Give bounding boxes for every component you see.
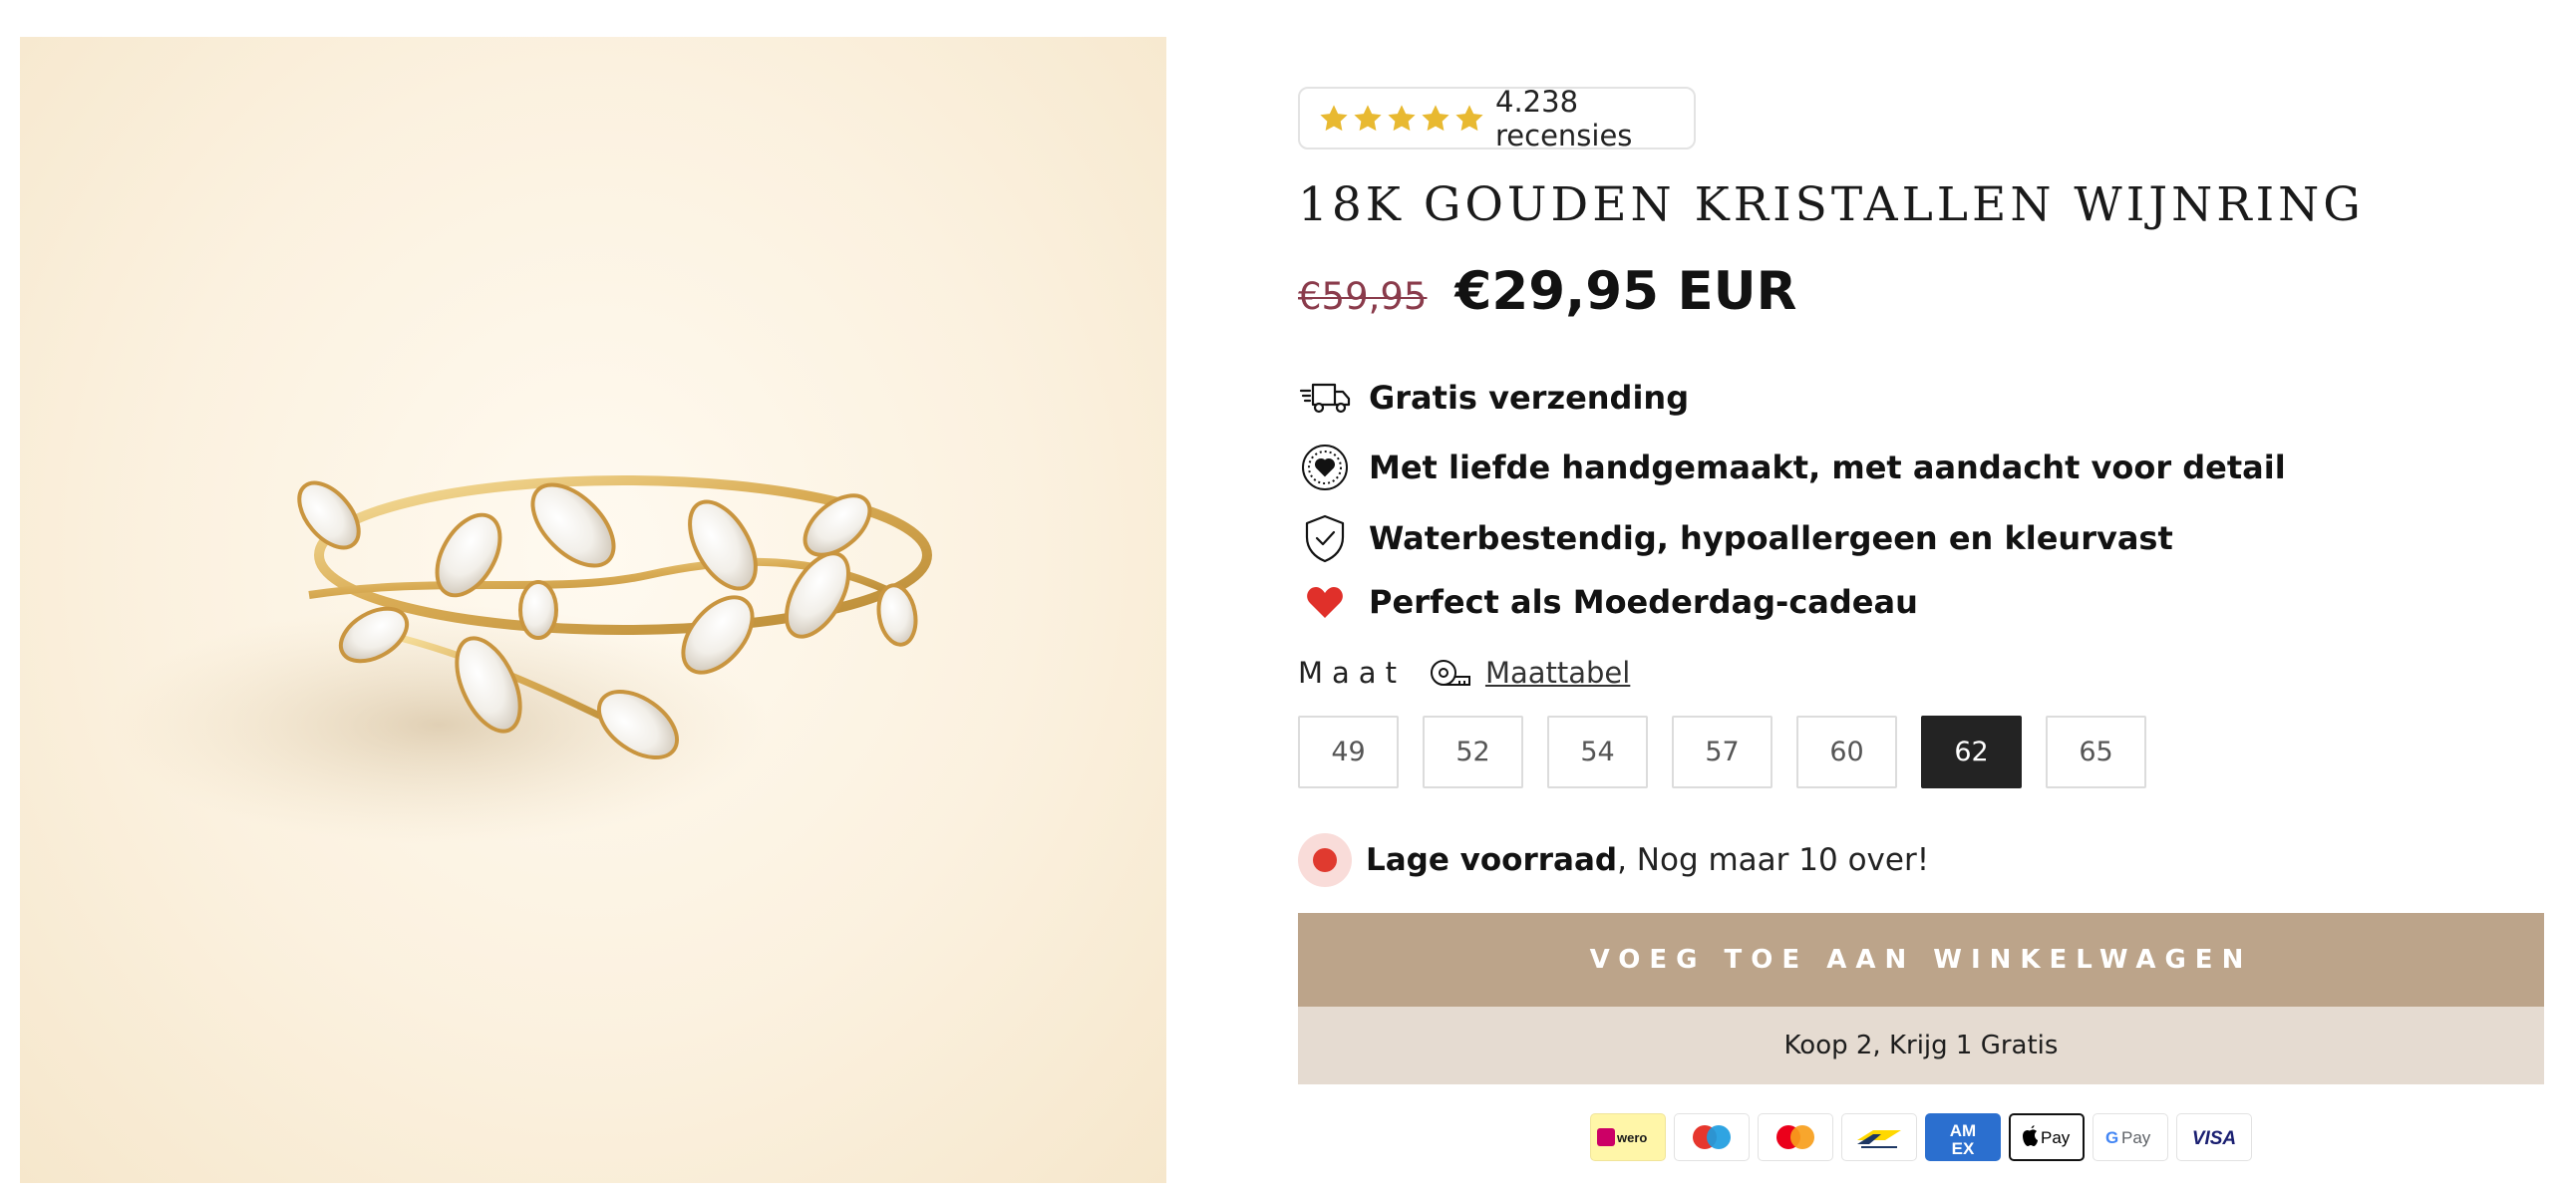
rating-stars (1318, 103, 1485, 135)
feature-text: Waterbestendig, hypoallergeen en kleurva… (1369, 519, 2173, 557)
size-label: Maat (1298, 656, 1406, 690)
product-title: 18K GOUDEN KRISTALLEN WIJNRING (1298, 177, 2365, 232)
stock-strong: Lage voorraad (1366, 842, 1618, 878)
apple-pay-icon: Pay (2009, 1113, 2085, 1161)
svg-text:EX: EX (1952, 1139, 1975, 1158)
svg-text:AM: AM (1950, 1121, 1976, 1140)
promo-banner[interactable]: Koop 2, Krijg 1 Gratis (1298, 1007, 2544, 1084)
star-icon (1388, 104, 1416, 131)
ring-illustration (110, 475, 932, 844)
stock-indicator: Lage voorraad, Nog maar 10 over! (1298, 833, 1929, 887)
stock-text: Lage voorraad, Nog maar 10 over! (1366, 842, 1929, 878)
payment-icons: wero AM EX Pay G Pay VISA (1590, 1113, 2252, 1161)
size-option-49[interactable]: 49 (1298, 716, 1399, 788)
size-option-65[interactable]: 65 (2046, 716, 2146, 788)
bancontact-icon (1841, 1113, 1917, 1161)
size-option-52[interactable]: 52 (1423, 716, 1523, 788)
compare-at-price: €59,95 (1298, 275, 1428, 318)
feature-item: Waterbestendig, hypoallergeen en kleurva… (1298, 511, 2173, 565)
price-row: €59,95 €29,95 EUR (1298, 261, 1797, 322)
stock-rest: , Nog maar 10 over! (1617, 842, 1930, 878)
wero-icon: wero (1590, 1113, 1666, 1161)
svg-text:Pay: Pay (2121, 1128, 2151, 1147)
svg-text:Pay: Pay (2041, 1128, 2071, 1147)
handmade-heart-badge-icon (1298, 441, 1352, 494)
feature-item: Gratis verzending (1298, 371, 1689, 425)
rating-badge[interactable]: 4.238 recensies (1298, 84, 1696, 152)
size-option-57[interactable]: 57 (1672, 716, 1772, 788)
amex-icon: AM EX (1925, 1113, 2001, 1161)
review-count: 4.238 recensies (1495, 84, 1633, 152)
mastercard-icon (1758, 1113, 1833, 1161)
heart-icon (1298, 575, 1352, 629)
star-icon (1354, 104, 1382, 131)
add-to-cart-button[interactable]: VOEG TOE AAN WINKELWAGEN (1298, 913, 2544, 1007)
feature-text: Gratis verzending (1369, 379, 1690, 417)
visa-icon: VISA (2176, 1113, 2252, 1161)
google-pay-icon: G Pay (2093, 1113, 2168, 1161)
shield-check-icon (1298, 511, 1352, 565)
sale-price: €29,95 EUR (1454, 261, 1797, 322)
size-options: 49 52 54 57 60 62 65 (1298, 716, 2146, 788)
size-option-54[interactable]: 54 (1547, 716, 1648, 788)
star-icon (1422, 104, 1449, 131)
maestro-icon (1674, 1113, 1750, 1161)
measuring-tape-icon (1430, 660, 1470, 686)
feature-item: Perfect als Moederdag-cadeau (1298, 575, 1918, 629)
size-option-62[interactable]: 62 (1921, 716, 2022, 788)
product-image[interactable] (20, 37, 1166, 1183)
feature-text: Met liefde handgemaakt, met aandacht voo… (1369, 449, 2286, 486)
svg-text:wero: wero (1616, 1130, 1647, 1145)
stock-status-icon (1298, 833, 1352, 887)
svg-text:VISA: VISA (2192, 1128, 2236, 1149)
size-chart-label: Maattabel (1484, 656, 1631, 690)
feature-text: Perfect als Moederdag-cadeau (1369, 583, 1918, 621)
size-chart-link[interactable]: Maattabel (1430, 656, 1630, 690)
feature-item: Met liefde handgemaakt, met aandacht voo… (1298, 441, 2286, 494)
delivery-truck-icon (1298, 371, 1352, 425)
size-header: Maat Maattabel (1298, 656, 1630, 690)
product-info: 4.238 recensies 18K GOUDEN KRISTALLEN WI… (1298, 0, 2544, 1200)
star-icon (1455, 104, 1483, 131)
svg-text:G: G (2105, 1128, 2118, 1147)
size-option-60[interactable]: 60 (1796, 716, 1897, 788)
star-icon (1320, 104, 1348, 131)
